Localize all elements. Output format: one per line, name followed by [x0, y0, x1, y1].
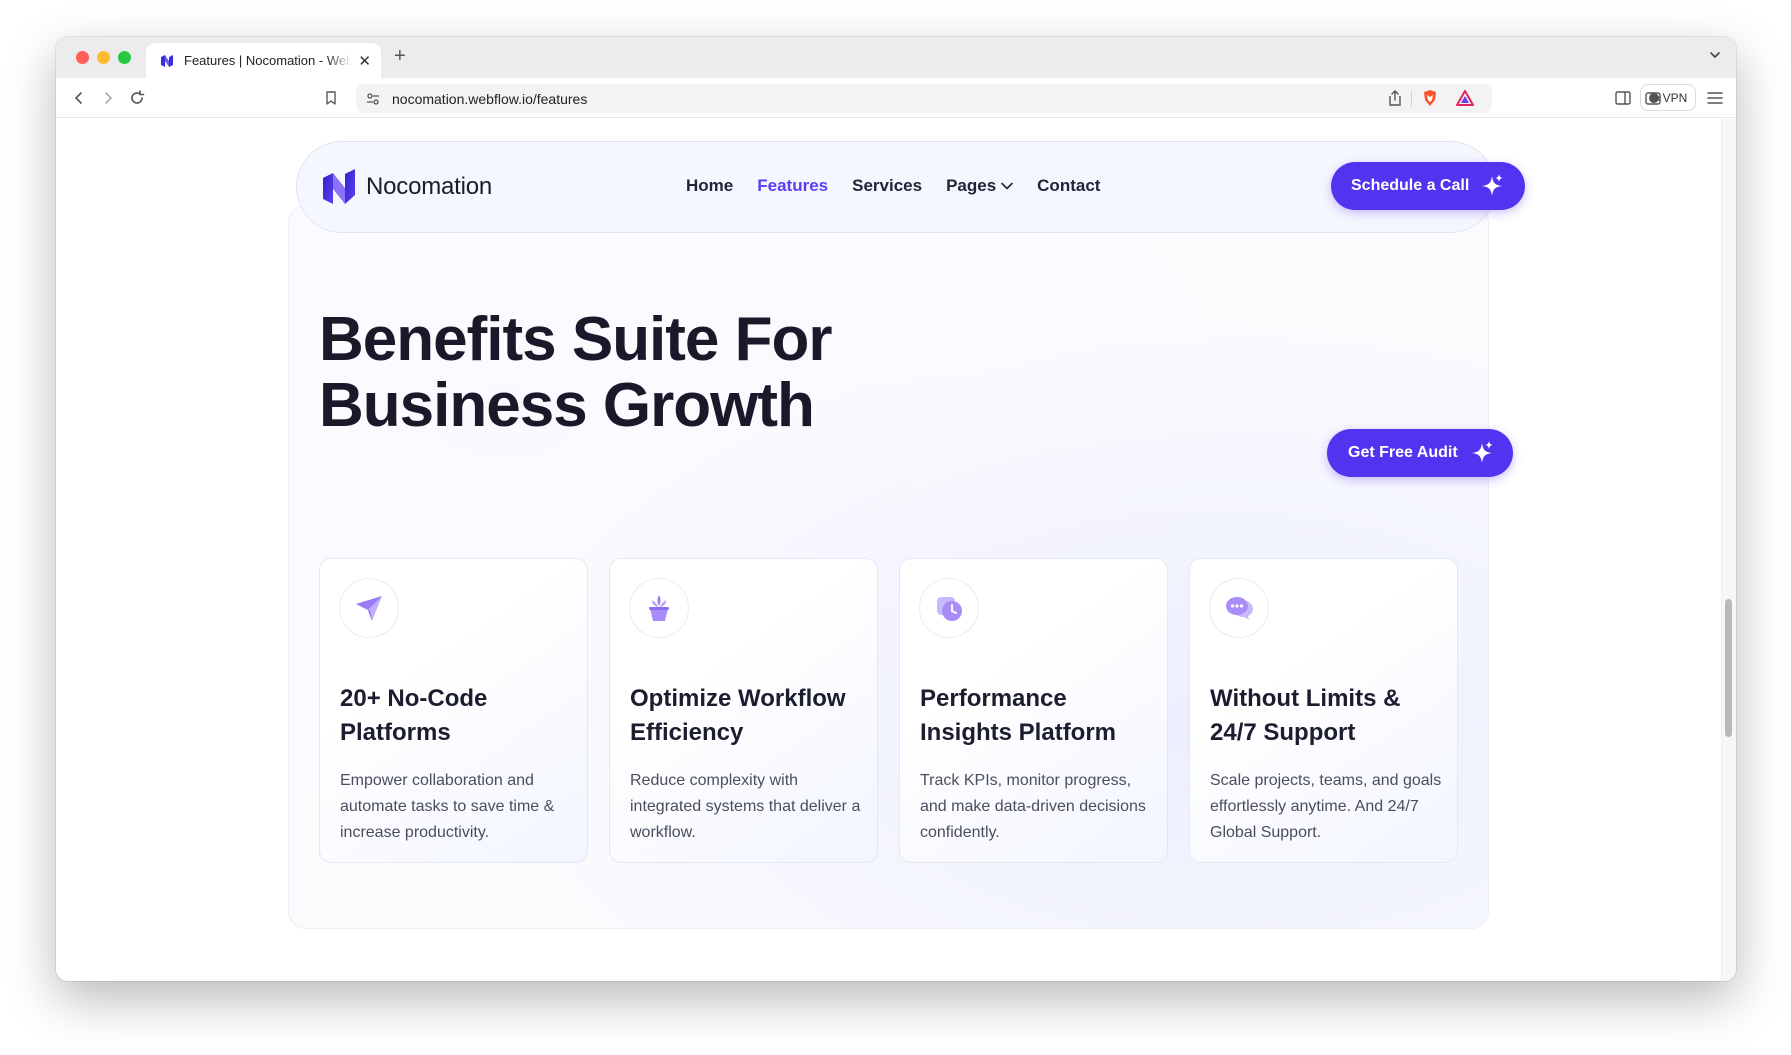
reload-icon[interactable]	[126, 87, 148, 109]
divider	[1411, 91, 1412, 107]
browser-tab[interactable]: Features | Nocomation - Webflow Template…	[146, 43, 381, 78]
schedule-call-label: Schedule a Call	[1351, 177, 1470, 194]
feature-card: Optimize Workflow Efficiency Reduce comp…	[609, 558, 878, 863]
card-title: Without Limits & 24/7 Support	[1210, 685, 1401, 746]
card-title: 20+ No-Code Platforms	[340, 685, 488, 746]
sparkle-icon	[1472, 441, 1493, 463]
nav-link-contact[interactable]: Contact	[1037, 176, 1100, 196]
tab-title: Features | Nocomation - Webflow Template	[184, 53, 353, 68]
maximize-window-button[interactable]	[118, 51, 131, 64]
get-free-audit-button[interactable]: Get Free Audit	[1327, 429, 1513, 477]
nav-link-services[interactable]: Services	[852, 176, 922, 196]
browser-toolbar: nocomation.webflow.io/features VPN	[56, 78, 1736, 118]
nav-link-pages-label: Pages	[946, 176, 997, 195]
card-description: Scale projects, teams, and goals effortl…	[1210, 772, 1442, 841]
scrollbar-thumb[interactable]	[1725, 599, 1732, 737]
tab-list-chevron-icon[interactable]	[1708, 48, 1722, 62]
headline-line-1: Benefits Suite For	[319, 305, 833, 374]
card-description: Empower collaboration and automate tasks…	[340, 772, 555, 841]
tab-bar: Features | Nocomation - Webflow Template…	[56, 37, 1736, 78]
page-viewport: Nocomation Home Features Services Pages …	[56, 119, 1736, 981]
scrollbar-track[interactable]	[1721, 119, 1736, 981]
new-tab-icon[interactable]: +	[394, 45, 406, 68]
nav-link-features[interactable]: Features	[757, 176, 828, 196]
get-free-audit-label: Get Free Audit	[1348, 444, 1458, 461]
feature-card: Performance Insights Platform Track KPIs…	[899, 558, 1168, 863]
site-logo[interactable]: Nocomation	[321, 168, 492, 206]
feature-card: 20+ No-Code Platforms Empower collaborat…	[319, 558, 588, 863]
card-description: Track KPIs, monitor progress, and make d…	[920, 772, 1146, 841]
plant-pot-icon	[629, 578, 689, 638]
nav-links: Home Features Services Pages Contact	[686, 176, 1124, 196]
brand-name: Nocomation	[366, 173, 493, 200]
card-title: Optimize Workflow Efficiency	[630, 685, 846, 746]
brave-shield-icon[interactable]	[1422, 89, 1438, 107]
paper-plane-icon	[339, 578, 399, 638]
site-favicon-icon	[161, 54, 173, 67]
clock-calendar-icon	[919, 578, 979, 638]
card-title: Performance Insights Platform	[920, 685, 1117, 746]
chat-bubble-icon	[1209, 578, 1269, 638]
share-icon[interactable]	[1388, 90, 1402, 107]
bookmark-icon[interactable]	[320, 87, 342, 109]
back-icon[interactable]	[68, 87, 90, 109]
close-window-button[interactable]	[76, 51, 89, 64]
card-description: Reduce complexity with integrated system…	[630, 772, 861, 841]
sidebar-toggle-icon[interactable]	[1612, 87, 1634, 109]
vpn-button[interactable]: VPN	[1640, 84, 1696, 111]
chevron-down-icon	[1001, 182, 1013, 190]
site-navbar: Nocomation Home Features Services Pages …	[296, 141, 1496, 233]
nocomation-logo-icon	[323, 169, 355, 204]
brave-rewards-icon[interactable]	[1456, 90, 1474, 106]
tab-close-icon[interactable]: ✕	[358, 52, 371, 70]
address-bar[interactable]: nocomation.webflow.io/features	[356, 84, 1492, 113]
page-title: Benefits Suite For Business Growth	[319, 307, 1039, 439]
site-settings-icon[interactable]	[366, 92, 380, 106]
forward-icon[interactable]	[97, 87, 119, 109]
nav-link-home[interactable]: Home	[686, 176, 733, 196]
nav-link-pages[interactable]: Pages	[946, 176, 1013, 196]
url-text: nocomation.webflow.io/features	[392, 91, 588, 107]
feature-cards: 20+ No-Code Platforms Empower collaborat…	[319, 558, 1458, 863]
menu-icon[interactable]	[1704, 87, 1726, 109]
browser-window: Features | Nocomation - Webflow Template…	[56, 37, 1736, 981]
headline-line-2: Business Growth	[319, 371, 815, 440]
vpn-label: VPN	[1662, 90, 1688, 105]
sparkle-icon	[1482, 174, 1503, 196]
vpn-status-icon	[1648, 92, 1659, 103]
feature-card: Without Limits & 24/7 Support Scale proj…	[1189, 558, 1458, 863]
schedule-call-button[interactable]: Schedule a Call	[1331, 162, 1525, 210]
minimize-window-button[interactable]	[97, 51, 110, 64]
